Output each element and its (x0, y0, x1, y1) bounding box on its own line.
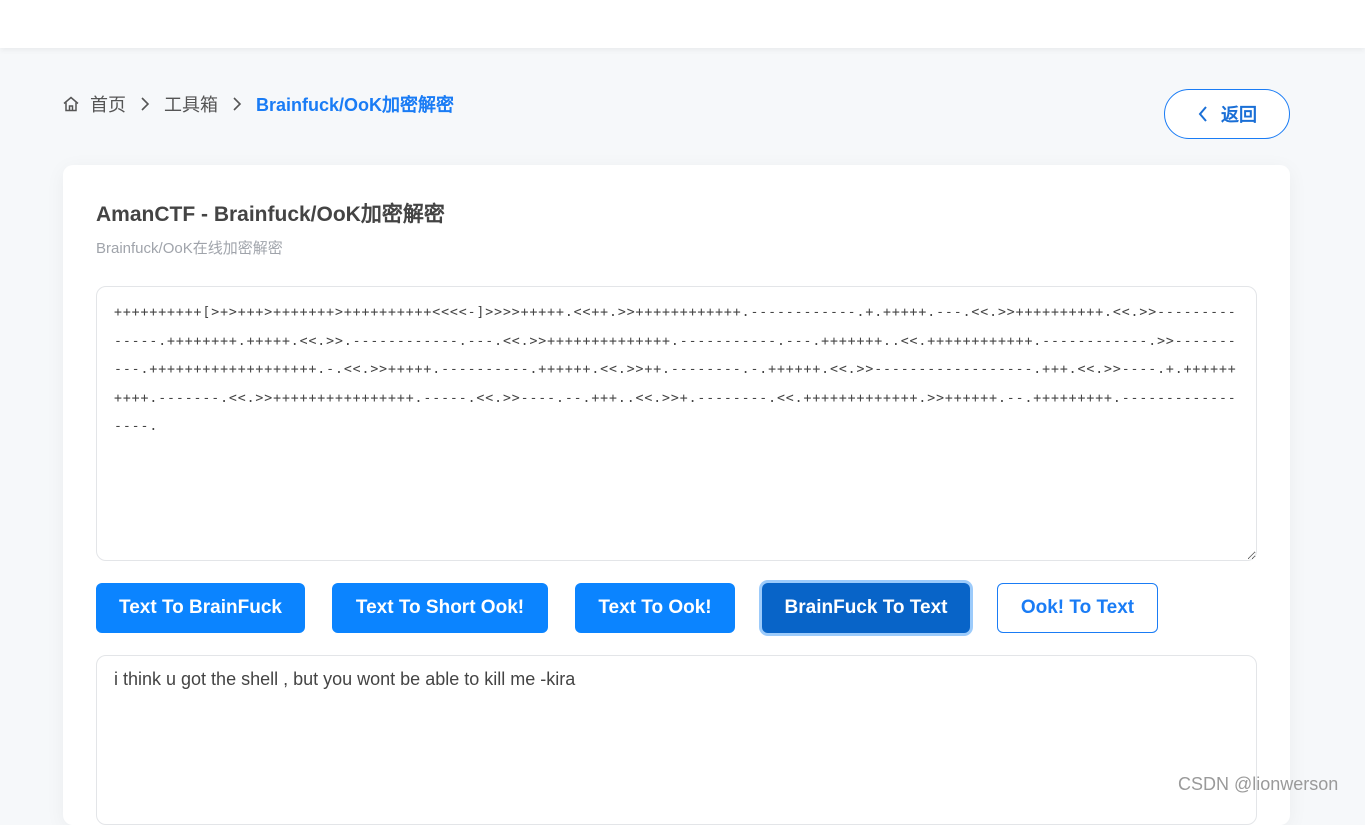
text-to-short-ook-button[interactable]: Text To Short Ook! (332, 583, 548, 633)
card-subtitle: Brainfuck/OoK在线加密解密 (96, 240, 283, 257)
chevron-left-icon (1197, 105, 1209, 123)
result-output[interactable]: i think u got the shell , but you wont b… (96, 655, 1257, 825)
card-title: AmanCTF - Brainfuck/OoK加密解密 (96, 203, 445, 226)
ook-to-text-button[interactable]: Ook! To Text (997, 583, 1158, 633)
breadcrumb: 首页 工具箱 Brainfuck/OoK加密解密 (62, 90, 454, 118)
watermark: CSDN @lionwerson (1178, 774, 1339, 794)
top-navbar (0, 0, 1365, 48)
text-to-brainfuck-button[interactable]: Text To BrainFuck (96, 583, 305, 633)
source-input[interactable]: ++++++++++[>+>+++>+++++++>++++++++++<<<<… (96, 286, 1257, 561)
chevron-right-icon (232, 96, 242, 112)
breadcrumb-home-link[interactable]: 首页 (90, 91, 126, 117)
action-buttons: Text To BrainFuck Text To Short Ook! Tex… (96, 583, 1185, 633)
breadcrumb-current: Brainfuck/OoK加密解密 (256, 95, 455, 115)
back-button-label: 返回 (1221, 105, 1257, 125)
brainfuck-to-text-button[interactable]: BrainFuck To Text (762, 583, 970, 633)
back-button[interactable]: 返回 (1164, 89, 1290, 139)
breadcrumb-toolbox-link[interactable]: 工具箱 (164, 91, 218, 117)
text-to-ook-button[interactable]: Text To Ook! (575, 583, 735, 633)
tool-card: AmanCTF - Brainfuck/OoK加密解密 Brainfuck/Oo… (63, 165, 1290, 825)
home-icon[interactable] (62, 95, 80, 113)
chevron-right-icon (140, 96, 150, 112)
